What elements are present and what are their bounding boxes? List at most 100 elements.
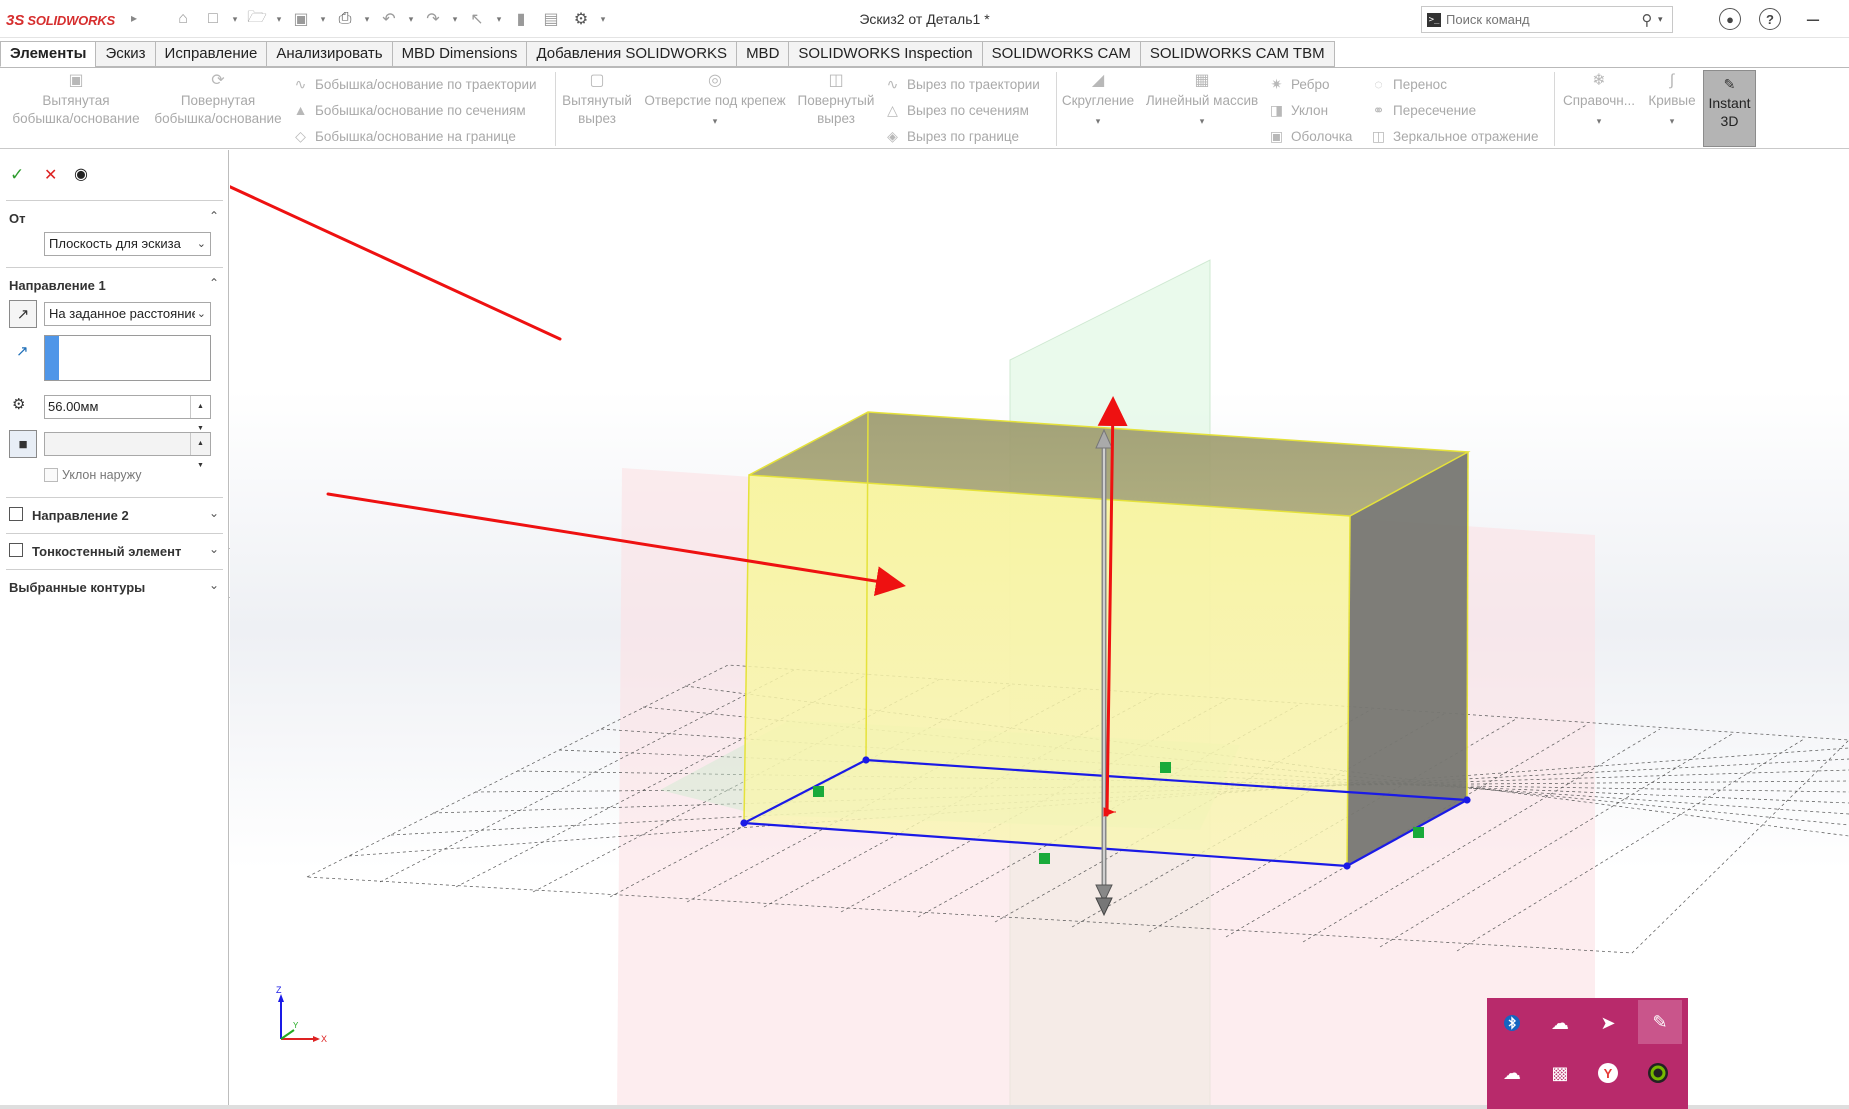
options-gear-icon[interactable]: ⚙ <box>568 6 594 32</box>
hole-wizard-button[interactable]: ◎ Отверстие под крепеж ▾ <box>640 72 790 130</box>
spin-up-icon[interactable]: ▲ <box>197 396 204 418</box>
hole-wizard-dropdown-icon[interactable]: ▾ <box>640 112 790 130</box>
linear-pattern-dropdown-icon[interactable]: ▾ <box>1142 112 1262 130</box>
tab-direct-editing[interactable]: Исправление <box>154 41 267 67</box>
help-icon[interactable]: ? <box>1759 8 1781 30</box>
cut-sweep-button[interactable]: ∿ Вырез по траектории <box>884 74 1040 94</box>
draft-outward-checkbox[interactable]: Уклон наружу <box>44 468 142 482</box>
tab-cam-tbm[interactable]: SOLIDWORKS CAM TBM <box>1139 41 1335 67</box>
nvidia-icon[interactable] <box>1636 1051 1680 1095</box>
revolved-boss-button[interactable]: ⟳ Повернутая бобышка/основание <box>150 72 286 128</box>
section-from[interactable]: От ⌃ <box>6 200 223 232</box>
collapse-chevron-icon[interactable]: ⌃ <box>209 209 219 223</box>
section-selected-contours[interactable]: Выбранные контуры ⌄ <box>6 569 223 601</box>
draft-toggle-icon[interactable]: ■ <box>9 430 37 458</box>
boss-boundary-button[interactable]: ◇ Бобышка/основание на границе <box>292 126 516 146</box>
section-direction1[interactable]: Направление 1 ⌃ <box>6 267 223 299</box>
extruded-boss-button[interactable]: ▣ Вытянутая бобышка/основание <box>8 72 144 128</box>
preview-eye-icon[interactable]: ◉ <box>74 164 88 184</box>
reference-dropdown-icon[interactable]: ▾ <box>1558 112 1640 130</box>
search-input[interactable] <box>1446 12 1636 27</box>
menu-expand-icon[interactable]: ▸ <box>131 11 137 25</box>
expand-chevron-icon[interactable]: ⌄ <box>209 506 219 520</box>
tab-features[interactable]: Элементы <box>0 41 96 67</box>
revolved-cut-button[interactable]: ◫ Повернутый вырез <box>796 72 876 128</box>
solidworks-logo[interactable]: 3S SOLIDWORKS <box>6 9 115 31</box>
open-folder-icon[interactable]: 🗁 <box>244 6 270 32</box>
file-properties-icon[interactable]: ▤ <box>538 6 564 32</box>
draft-button[interactable]: ◨ Уклон <box>1268 100 1328 120</box>
linear-pattern-button[interactable]: ▦ Линейный массив ▾ <box>1142 72 1262 130</box>
tab-sketch[interactable]: Эскиз <box>95 41 155 67</box>
boss-loft-button[interactable]: ▲ Бобышка/основание по сечениям <box>292 100 526 120</box>
select-pointer-icon[interactable]: ↖ <box>464 6 490 32</box>
end-condition-select[interactable]: На заданное расстояние ⌄ <box>44 302 211 326</box>
depth-spinner[interactable]: ▲ ▼ <box>190 396 210 432</box>
fillet-dropdown-icon[interactable]: ▾ <box>1060 112 1136 130</box>
draft-spinner[interactable]: ▲ ▼ <box>190 433 210 469</box>
intersect-button[interactable]: ⚭ Пересечение <box>1370 100 1476 120</box>
curves-dropdown-icon[interactable]: ▾ <box>1644 112 1700 130</box>
redo-dropdown-icon[interactable]: ▾ <box>450 14 460 25</box>
undo-icon[interactable]: ↶ <box>376 6 402 32</box>
expand-chevron-icon[interactable]: ⌄ <box>209 542 219 556</box>
print-icon[interactable]: ⎙ <box>332 6 358 32</box>
cut-loft-button[interactable]: △ Вырез по сечениям <box>884 100 1029 120</box>
spin-up-icon[interactable]: ▲ <box>197 433 204 455</box>
tab-addins[interactable]: Добавления SOLIDWORKS <box>526 41 737 67</box>
graphics-area[interactable]: Z X Y <box>230 150 1849 1109</box>
cancel-x-icon[interactable]: ✕ <box>44 165 57 185</box>
home-icon[interactable]: ⌂ <box>170 6 196 32</box>
save-icon[interactable]: ▣ <box>288 6 314 32</box>
redo-icon[interactable]: ↷ <box>420 6 446 32</box>
yandex-browser-icon[interactable]: Y <box>1586 1051 1630 1095</box>
cloud-sync-off-icon[interactable]: ☁ <box>1490 1051 1534 1095</box>
boss-sweep-button[interactable]: ∿ Бобышка/основание по траектории <box>292 74 537 94</box>
expand-chevron-icon[interactable]: ⌄ <box>209 578 219 592</box>
direction2-checkbox[interactable] <box>9 507 23 521</box>
wrap-button[interactable]: ◌ Перенос <box>1370 74 1447 94</box>
minimize-icon[interactable]: – <box>1802 6 1824 31</box>
rib-button[interactable]: ✷ Ребро <box>1268 74 1330 94</box>
extruded-cut-button[interactable]: ▢ Вытянутый вырез <box>561 72 633 128</box>
direction-selection-box[interactable] <box>44 335 211 381</box>
draft-angle-input[interactable]: ▲ ▼ <box>44 432 211 469</box>
command-search[interactable]: >_ ⚲ ▾ <box>1421 6 1673 33</box>
from-select[interactable]: Плоскость для эскиза ⌄ <box>44 232 211 256</box>
print-dropdown-icon[interactable]: ▾ <box>362 14 372 25</box>
section-direction2[interactable]: Направление 2 ⌄ <box>6 497 223 529</box>
tab-cam[interactable]: SOLIDWORKS CAM <box>981 41 1140 67</box>
cloud-app-icon[interactable]: ☁ <box>1538 1001 1582 1045</box>
spin-down-icon[interactable]: ▼ <box>197 455 204 477</box>
coordinate-triad[interactable]: Z X Y <box>276 985 327 1044</box>
save-dropdown-icon[interactable]: ▾ <box>318 14 328 25</box>
tab-evaluate[interactable]: Анализировать <box>266 41 392 67</box>
curves-button[interactable]: ∫ Кривые ▾ <box>1644 72 1700 130</box>
user-account-icon[interactable]: ● <box>1719 8 1741 30</box>
select-dropdown-icon[interactable]: ▾ <box>494 14 504 25</box>
new-document-icon[interactable]: □ <box>200 6 226 32</box>
telegram-icon[interactable]: ➤ <box>1586 1001 1630 1045</box>
rebuild-icon[interactable]: ▮ <box>508 6 534 32</box>
depth-input[interactable]: 56.00мм ▲ ▼ <box>44 395 211 432</box>
options-dropdown-icon[interactable]: ▾ <box>598 14 608 25</box>
display-icon[interactable]: ▩ <box>1538 1051 1582 1095</box>
reference-geometry-button[interactable]: ❄ Справочн... ▾ <box>1558 72 1640 130</box>
collapse-chevron-icon[interactable]: ⌃ <box>209 276 219 290</box>
tab-inspection[interactable]: SOLIDWORKS Inspection <box>788 41 982 67</box>
thin-feature-checkbox[interactable] <box>9 543 23 557</box>
pen-app-icon[interactable]: ✎ <box>1638 1000 1682 1044</box>
cut-boundary-button[interactable]: ◈ Вырез по границе <box>884 126 1019 146</box>
checkbox-box[interactable] <box>44 468 58 482</box>
instant3d-button[interactable]: ✎ Instant 3D <box>1703 70 1756 147</box>
undo-dropdown-icon[interactable]: ▾ <box>406 14 416 25</box>
fillet-button[interactable]: ◢ Скругление ▾ <box>1060 72 1136 130</box>
shell-button[interactable]: ▣ Оболочка <box>1268 126 1353 146</box>
tab-mbd-dimensions[interactable]: MBD Dimensions <box>391 41 527 67</box>
reverse-direction-icon[interactable]: ↗ <box>9 300 37 328</box>
section-thin-feature[interactable]: Тонкостенный элемент ⌄ <box>6 533 223 565</box>
tab-mbd[interactable]: MBD <box>736 41 789 67</box>
new-dropdown-icon[interactable]: ▾ <box>230 14 240 25</box>
search-dropdown-icon[interactable]: ▾ <box>1658 14 1672 25</box>
open-dropdown-icon[interactable]: ▾ <box>274 14 284 25</box>
